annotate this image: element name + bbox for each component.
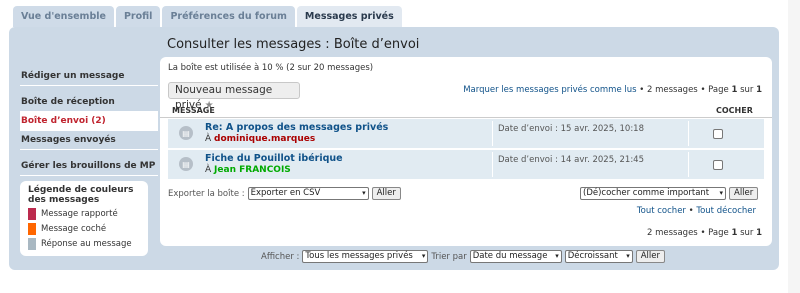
recipient-prefix: À [205, 165, 212, 175]
message-subject-link[interactable]: Fiche du Pouillot ibérique [205, 153, 343, 164]
legend-swatch-replied [28, 238, 36, 250]
page-number: 1 [731, 85, 738, 95]
page-title: Consulter les messages : Boîte d’envoi [167, 37, 420, 52]
chevron-down-icon: ▾ [555, 252, 559, 260]
page-prefix: Page [708, 228, 729, 238]
separator: • [700, 85, 709, 95]
check-all-link[interactable]: Tout cocher [637, 206, 686, 216]
export-selected: Exporter en CSV [250, 188, 321, 198]
mark-go-button[interactable]: Aller [729, 187, 759, 200]
chevron-down-icon: ▾ [421, 252, 426, 260]
tab-bar: Vue d'ensemble Profil Préférences du for… [13, 6, 402, 28]
scrollbar[interactable] [788, 0, 800, 293]
legend-title: Légende de couleurs des messages [28, 185, 134, 205]
mark-read-link[interactable]: Marquer les messages privés comme lus [463, 85, 636, 95]
page-prefix: Page [708, 85, 729, 95]
separator: • [639, 85, 647, 95]
chevron-down-icon: ▾ [626, 252, 630, 260]
export-select[interactable]: Exporter en CSV ▾ [247, 187, 369, 200]
new-message-button[interactable]: Nouveau message privé ★ [168, 82, 300, 111]
toggle-all: Tout cocher • Tout décocher [637, 206, 756, 216]
show-label: Afficher : [261, 251, 300, 262]
legend-item: Message coché [28, 223, 140, 235]
message-checkbox[interactable] [713, 160, 723, 170]
page-of: sur [740, 228, 754, 238]
display-options: Afficher : Tous les messages privés ▾ Tri… [261, 250, 665, 263]
message-checkbox[interactable] [713, 129, 723, 139]
message-count: 2 messages [646, 85, 698, 95]
legend-item: Réponse au message [28, 238, 140, 250]
uncheck-all-link[interactable]: Tout décocher [696, 206, 756, 216]
export-label: Exporter la boîte : [168, 188, 245, 199]
show-select[interactable]: Tous les messages privés ▾ [302, 250, 429, 263]
message-count: 2 messages [646, 228, 698, 238]
page-total: 1 [756, 228, 762, 238]
order-select[interactable]: Décroissant ▾ [564, 250, 633, 263]
sidebar-item-outbox[interactable]: Boîte d’envoi (2) [20, 112, 158, 131]
sidebar-item-sent[interactable]: Messages envoyés [20, 131, 158, 150]
export-controls: Exporter la boîte : Exporter en CSV ▾ All… [168, 187, 401, 200]
message-date: Date d’envoi : 15 avr. 2025, 10:18 [498, 124, 644, 134]
tab-overview[interactable]: Vue d'ensemble [13, 6, 114, 27]
sort-selected: Date du message [472, 251, 548, 261]
usage-text: La boîte est utilisée à 10 % (2 sur 20 m… [168, 63, 374, 73]
tab-forum-preferences[interactable]: Préférences du forum [162, 6, 295, 27]
mark-select[interactable]: (Dé)cocher comme important ▾ [580, 187, 726, 200]
table-header: MESSAGE COCHER [160, 104, 772, 118]
legend-label: Réponse au message [41, 239, 132, 249]
divider [688, 121, 689, 146]
separator: • [688, 206, 694, 216]
show-selected: Tous les messages privés [305, 251, 413, 261]
message-box: La boîte est utilisée à 10 % (2 sur 20 m… [160, 57, 772, 246]
sidebar-item-inbox[interactable]: Boîte de réception [20, 93, 158, 112]
message-icon: ▤ [179, 126, 193, 140]
sort-label: Trier par [431, 251, 467, 262]
divider [492, 121, 493, 146]
divider [492, 152, 493, 177]
chevron-down-icon: ▾ [362, 189, 366, 197]
legend-label: Message coché [41, 224, 107, 234]
order-selected: Décroissant [567, 251, 618, 261]
message-icon: ▤ [179, 157, 193, 171]
legend-label: Message rapporté [41, 209, 118, 219]
separator: • [700, 228, 709, 238]
divider [688, 152, 689, 177]
recipient-link[interactable]: Jean FRANCOIS [214, 165, 291, 175]
export-go-button[interactable]: Aller [371, 187, 401, 200]
legend-swatch-marked [28, 223, 36, 235]
page-number: 1 [731, 228, 738, 238]
sidebar-item-compose[interactable]: Rédiger un message [20, 67, 158, 86]
page-total: 1 [756, 85, 762, 95]
mark-controls: (Dé)cocher comme important ▾ Aller [580, 187, 759, 200]
color-legend: Légende de couleurs des messages Message… [20, 181, 148, 256]
legend-swatch-reported [28, 208, 36, 220]
page-of: sur [740, 85, 754, 95]
pagination-top: Marquer les messages privés comme lus • … [463, 85, 762, 95]
legend-item: Message rapporté [28, 208, 140, 220]
mark-selected: (Dé)cocher comme important [583, 188, 710, 198]
tab-private-messages[interactable]: Messages privés [296, 6, 402, 28]
sort-select[interactable]: Date du message ▾ [469, 250, 562, 263]
table-row: ▤ Fiche du Pouillot ibérique À Jean FRAN… [168, 150, 764, 179]
table-row: ▤ Re: A propos des messages privés À dom… [168, 119, 764, 148]
tab-profile[interactable]: Profil [115, 6, 161, 27]
chevron-down-icon: ▾ [719, 189, 723, 197]
recipient-link[interactable]: dominique.marques [214, 134, 315, 144]
message-recipient: À Jean FRANCOIS [205, 165, 291, 175]
footer-go-button[interactable]: Aller [635, 250, 665, 263]
column-check: COCHER [716, 106, 753, 115]
message-date: Date d’envoi : 14 avr. 2025, 21:45 [498, 155, 644, 165]
recipient-prefix: À [205, 134, 212, 144]
column-message: MESSAGE [172, 106, 215, 115]
message-subject-link[interactable]: Re: A propos des messages privés [205, 122, 388, 133]
sidebar-item-drafts[interactable]: Gérer les brouillons de MP [20, 157, 158, 176]
pagination-bottom: 2 messages • Page 1 sur 1 [647, 228, 762, 238]
message-recipient: À dominique.marques [205, 134, 315, 144]
sidebar: Rédiger un message Boîte de réception Bo… [20, 67, 158, 176]
